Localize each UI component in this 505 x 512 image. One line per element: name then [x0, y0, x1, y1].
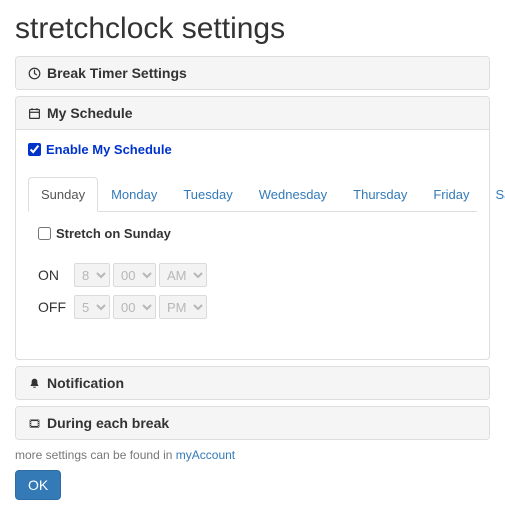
- panel-body-my-schedule: Enable My Schedule Sunday Monday Tuesday…: [16, 130, 489, 359]
- panel-during-break: During each break: [15, 406, 490, 440]
- bell-icon: [28, 377, 41, 390]
- stretch-on-day-checkbox[interactable]: [38, 227, 51, 240]
- page-title: stretchclock settings: [15, 12, 490, 46]
- panel-title: Notification: [47, 375, 124, 391]
- off-hour-select[interactable]: 5: [74, 295, 110, 319]
- panel-notification: Notification: [15, 366, 490, 400]
- day-tabs: Sunday Monday Tuesday Wednesday Thursday…: [28, 177, 477, 212]
- tab-friday[interactable]: Friday: [420, 177, 482, 212]
- panel-break-timer: Break Timer Settings: [15, 56, 490, 90]
- on-time-row: ON 8 00 AM: [38, 263, 467, 287]
- on-hour-select[interactable]: 8: [74, 263, 110, 287]
- panel-my-schedule: My Schedule Enable My Schedule Sunday Mo…: [15, 96, 490, 360]
- panel-title: My Schedule: [47, 105, 133, 121]
- panel-head-break-timer[interactable]: Break Timer Settings: [16, 57, 489, 89]
- panel-head-notification[interactable]: Notification: [16, 367, 489, 399]
- tab-tuesday[interactable]: Tuesday: [170, 177, 245, 212]
- enable-my-schedule-checkbox[interactable]: [28, 143, 41, 156]
- off-minute-select[interactable]: 00: [113, 295, 156, 319]
- on-period-select[interactable]: AM: [159, 263, 207, 287]
- tab-monday[interactable]: Monday: [98, 177, 170, 212]
- off-period-select[interactable]: PM: [159, 295, 207, 319]
- tab-saturday[interactable]: Saturday: [482, 177, 505, 212]
- tab-sunday[interactable]: Sunday: [28, 177, 98, 212]
- tab-wednesday[interactable]: Wednesday: [246, 177, 340, 212]
- tab-thursday[interactable]: Thursday: [340, 177, 420, 212]
- on-minute-select[interactable]: 00: [113, 263, 156, 287]
- off-time-row: OFF 5 00 PM: [38, 295, 467, 319]
- panel-title: Break Timer Settings: [47, 65, 187, 81]
- film-icon: [28, 417, 41, 430]
- on-label: ON: [38, 267, 74, 283]
- my-account-link[interactable]: myAccount: [176, 448, 235, 462]
- footer-prefix: more settings can be found in: [15, 448, 176, 462]
- panel-head-my-schedule[interactable]: My Schedule: [16, 97, 489, 130]
- off-label: OFF: [38, 299, 74, 315]
- panel-head-during-break[interactable]: During each break: [16, 407, 489, 439]
- ok-button[interactable]: OK: [15, 470, 61, 500]
- calendar-icon: [28, 107, 41, 120]
- panel-title: During each break: [47, 415, 169, 431]
- enable-my-schedule-label[interactable]: Enable My Schedule: [46, 142, 172, 157]
- tab-content: Stretch on Sunday ON 8 00 AM OFF 5 00 PM: [28, 212, 477, 347]
- stretch-on-day-label[interactable]: Stretch on Sunday: [56, 226, 171, 241]
- footer-text: more settings can be found in myAccount: [15, 448, 490, 462]
- clock-icon: [28, 67, 41, 80]
